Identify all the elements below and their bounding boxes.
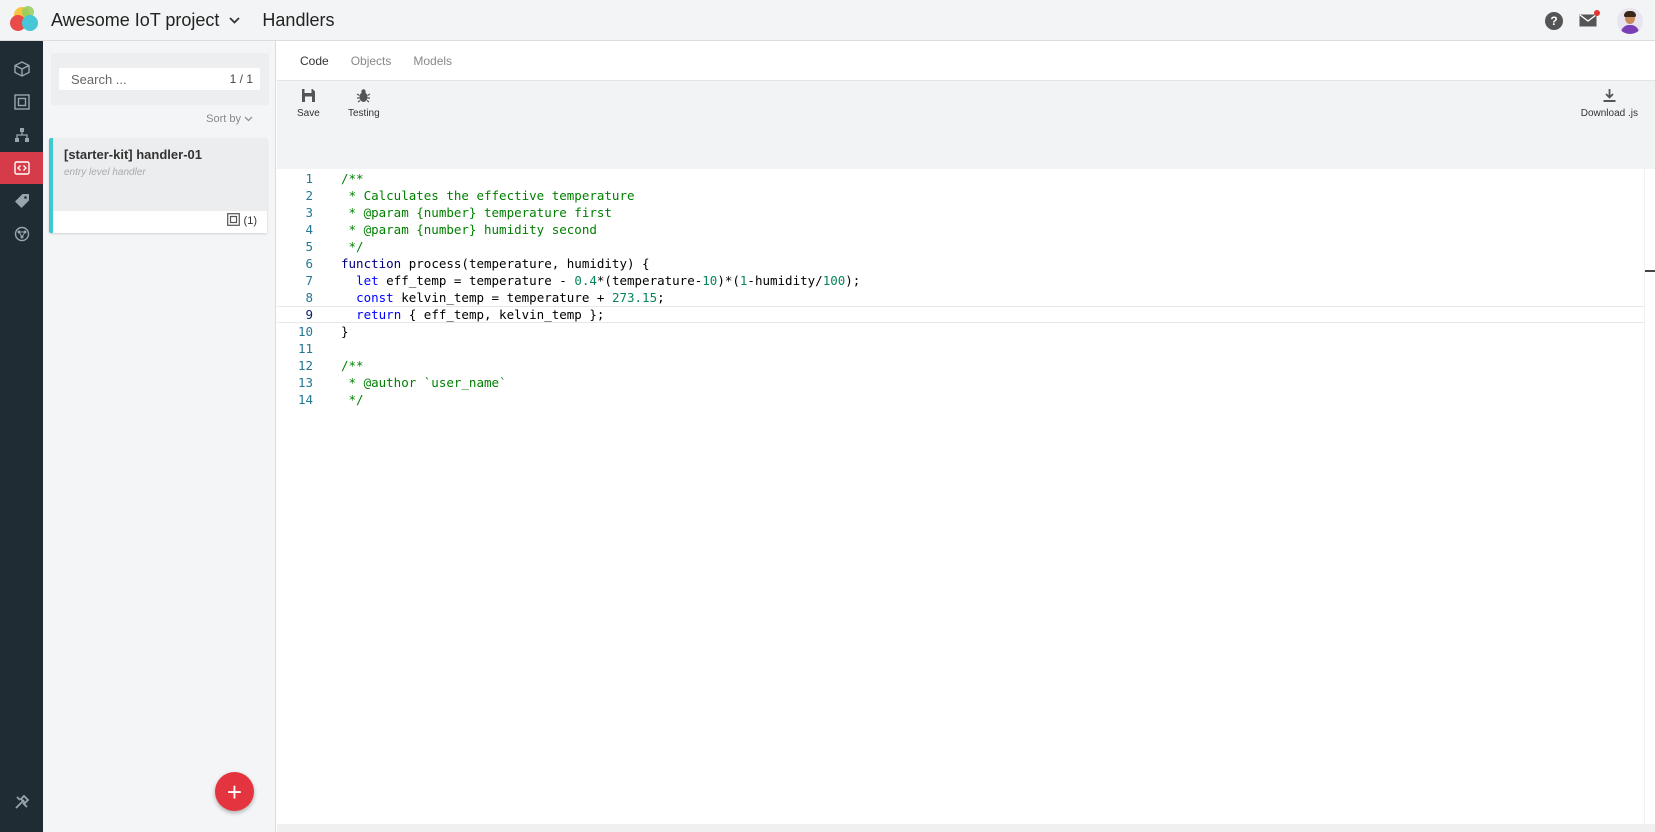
hierarchy-icon[interactable] xyxy=(0,119,43,151)
objects-icon xyxy=(226,213,240,229)
testing-button[interactable]: Testing xyxy=(348,88,380,119)
code-editor[interactable]: 1/** 2 * Calculates the effective temper… xyxy=(277,169,1644,824)
handler-card-footer: (1) xyxy=(53,211,267,233)
code-line: 5 */ xyxy=(305,239,364,254)
help-icon[interactable]: ? xyxy=(1545,11,1563,30)
objects-count: (1) xyxy=(243,215,257,227)
tab-bar: Code Objects Models xyxy=(277,41,1655,81)
mail-icon[interactable] xyxy=(1579,10,1600,27)
editor-scrollbar[interactable] xyxy=(1644,169,1655,824)
handler-description: entry level handler xyxy=(64,167,146,178)
code-line-7: let eff_temp = temperature - 0.4*(temper… xyxy=(356,273,861,288)
objects-icon[interactable] xyxy=(0,86,43,118)
tags-icon[interactable] xyxy=(0,185,43,217)
handler-title: [starter-kit] handler-01 xyxy=(64,147,202,162)
chevron-down-icon xyxy=(229,13,241,27)
network-icon[interactable] xyxy=(0,218,43,250)
code-line: 10} xyxy=(297,324,349,339)
plus-icon: + xyxy=(226,776,243,807)
sort-by-label: Sort by xyxy=(206,113,241,125)
code-line: 12/** xyxy=(297,358,364,373)
bug-icon xyxy=(357,89,371,103)
save-button[interactable]: Save xyxy=(297,88,320,119)
code-line: 13 * @author `user_name` xyxy=(297,375,507,390)
search-count: 1 / 1 xyxy=(229,72,253,86)
save-label: Save xyxy=(297,108,320,119)
tools-icon[interactable] xyxy=(0,786,43,818)
handler-card[interactable]: [starter-kit] handler-01 entry level han… xyxy=(49,138,267,233)
search-box: 1 / 1 xyxy=(51,53,269,105)
handlers-icon[interactable] xyxy=(0,152,43,184)
project-selector[interactable]: Awesome IoT project xyxy=(51,9,241,31)
handlers-list-panel: 1 / 1 Sort by [starter-kit] handler-01 e… xyxy=(43,41,276,832)
code-line: 1/** xyxy=(305,171,364,186)
devices-icon[interactable] xyxy=(0,53,43,85)
code-line: 2 * Calculates the effective temperature xyxy=(305,188,635,203)
app-logo[interactable] xyxy=(8,3,42,37)
code-line-9: return { eff_temp, kelvin_temp }; xyxy=(356,307,605,322)
code-line: 11 xyxy=(297,341,313,356)
nav-rail xyxy=(0,41,43,832)
save-icon xyxy=(301,89,315,102)
code-line: 8 const kelvin_temp = temperature + 273.… xyxy=(305,290,665,305)
objects-count-badge: (1) xyxy=(226,213,257,229)
scroll-position-marker xyxy=(1645,270,1655,272)
code-line: 6 function process(temperature, humidity)… xyxy=(305,256,650,271)
top-bar: Awesome IoT project Handlers ? xyxy=(0,0,1655,41)
testing-label: Testing xyxy=(348,108,380,119)
code-line: 7 let eff_temp = temperature - 0.4*(temp… xyxy=(305,273,861,288)
code-line-current: 9 return { eff_temp, kelvin_temp }; xyxy=(277,306,1644,323)
add-handler-button[interactable]: + xyxy=(215,772,254,811)
project-name: Awesome IoT project xyxy=(51,9,220,30)
code-line: 4 * @param {number} humidity second xyxy=(305,222,597,237)
editor-area: Code Objects Models Save Testing Downloa… xyxy=(277,41,1655,832)
download-label: Download .js xyxy=(1580,108,1638,119)
tab-code[interactable]: Code xyxy=(300,54,329,68)
tab-models[interactable]: Models xyxy=(413,54,452,68)
tab-objects[interactable]: Objects xyxy=(351,54,392,68)
page-title: Handlers xyxy=(262,9,335,30)
code-line: 3 * @param {number} temperature first xyxy=(305,205,612,220)
avatar[interactable] xyxy=(1617,7,1643,34)
chevron-down-icon xyxy=(244,113,253,125)
editor-toolbar: Save Testing Download .js xyxy=(277,81,1655,169)
horizontal-scrollbar[interactable] xyxy=(277,824,1655,832)
sort-by-dropdown[interactable]: Sort by xyxy=(206,113,253,125)
download-icon xyxy=(1603,89,1616,102)
code-line-8: const kelvin_temp = temperature + 273.15… xyxy=(356,290,665,305)
notification-dot xyxy=(1594,10,1600,16)
code-line-6: function process(temperature, humidity) … xyxy=(341,256,650,271)
download-js-button[interactable]: Download .js xyxy=(1581,88,1638,119)
code-line: 14 */ xyxy=(297,392,364,407)
